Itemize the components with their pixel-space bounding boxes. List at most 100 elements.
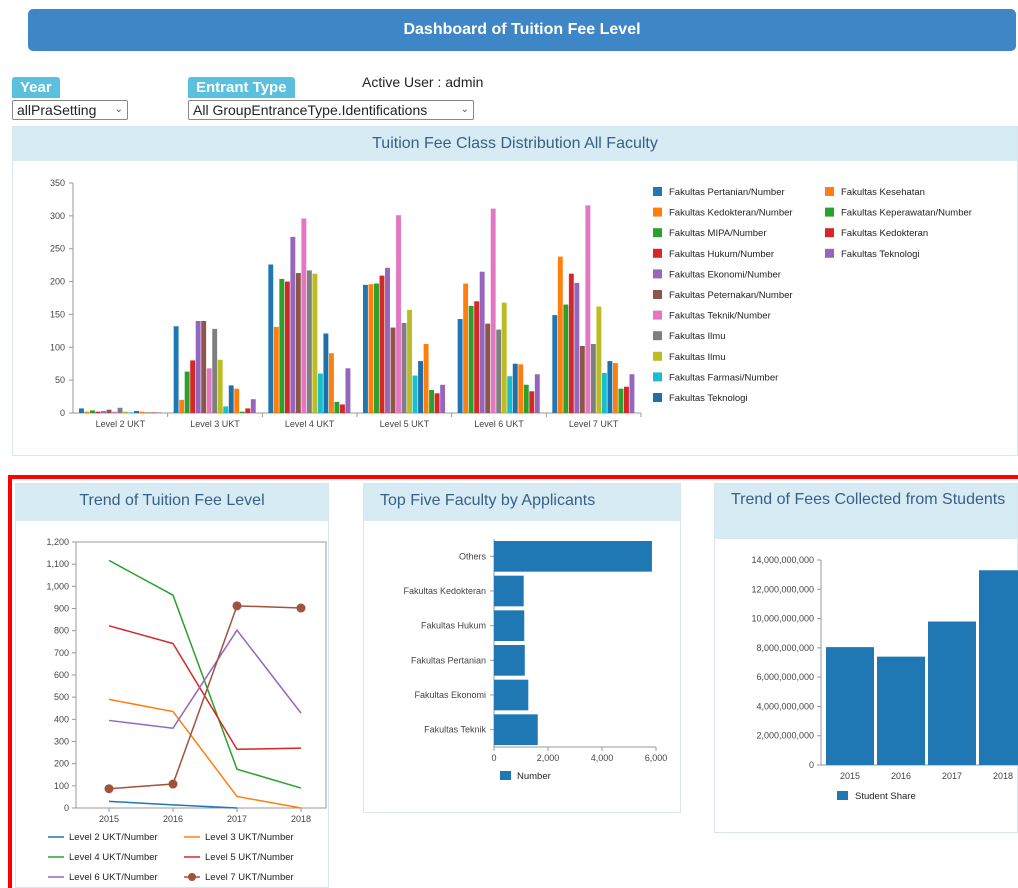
trend-panel-title: Trend of Tuition Fee Level — [16, 484, 328, 521]
bar — [596, 306, 602, 413]
bar — [579, 345, 585, 413]
legend-swatch — [653, 228, 662, 238]
x-tick-label: 2016 — [163, 814, 183, 824]
fees-chart: 0 2,000,000,000 4,000,000,000 6,000,000,000… — [751, 555, 1018, 802]
legend-label: Fakultas Pertanian/Number — [669, 187, 785, 198]
y-tick-label: Fakultas Teknik — [424, 725, 486, 735]
legend-marker — [188, 873, 196, 881]
bar — [457, 319, 463, 413]
top-five-panel: Top Five Faculty by Applicants 0 2,000 4,0… — [363, 483, 681, 813]
bar — [601, 372, 607, 413]
bar — [494, 714, 538, 745]
plot-frame — [75, 541, 327, 809]
bar — [529, 391, 535, 413]
bar — [156, 412, 162, 413]
legend-swatch — [653, 351, 662, 361]
bar — [429, 390, 435, 413]
legend-swatch — [653, 331, 662, 341]
y-tick-label: 1,000 — [46, 581, 69, 591]
bar — [607, 361, 613, 413]
entrant-type-select[interactable]: All GroupEntranceType.Identifications ⌄ — [188, 100, 474, 120]
y-tick-label: 800 — [54, 626, 69, 636]
bar — [494, 610, 525, 641]
x-tick-label: 2018 — [993, 771, 1013, 781]
series-line — [108, 698, 302, 809]
y-tick-label: 10,000,000,000 — [751, 614, 814, 624]
bar — [123, 411, 128, 413]
y-tick-label: Others — [459, 551, 487, 561]
bar — [328, 353, 334, 413]
legend-label: Fakultas Keperawatan/Number — [841, 208, 972, 219]
legend-swatch — [653, 372, 662, 382]
bar — [217, 359, 223, 413]
bar — [494, 541, 652, 572]
bar — [363, 284, 368, 413]
bar — [368, 284, 374, 413]
entrant-type-label: Entrant Type — [188, 77, 295, 98]
bar — [523, 384, 529, 413]
y-tick-label: Fakultas Kedokteran — [403, 586, 486, 596]
bar — [928, 621, 976, 765]
bar — [279, 278, 285, 413]
legend-label: Fakultas Ilmu — [669, 352, 726, 363]
bar — [479, 271, 485, 413]
y-tick-label: 900 — [54, 604, 69, 614]
legend-label: Fakultas Kedokteran — [841, 228, 928, 239]
top-five-panel-title: Top Five Faculty by Applicants — [364, 484, 680, 521]
x-tick-label: 2,000 — [537, 753, 560, 763]
x-tick-label: 2015 — [99, 814, 119, 824]
bar — [79, 408, 84, 413]
y-tick-label: 0 — [809, 760, 814, 770]
bar — [629, 374, 635, 413]
bar — [374, 283, 379, 413]
bar — [494, 679, 529, 711]
bar — [239, 411, 245, 413]
bar — [284, 281, 290, 413]
bar — [245, 408, 251, 413]
bar — [501, 302, 507, 413]
year-select[interactable]: allPraSetting ⌄ — [12, 100, 128, 120]
fees-panel-title: Trend of Fees Collected from Students — [715, 484, 1017, 539]
y-tick-label: 0 — [64, 803, 69, 813]
x-tick-label: Level 3 UKT — [190, 419, 240, 429]
page-title: Dashboard of Tuition Fee Level — [403, 21, 641, 38]
legend-label: Fakultas Teknologi — [841, 249, 920, 260]
bar — [306, 270, 312, 413]
series-point — [232, 601, 242, 611]
x-tick-label: 4,000 — [591, 753, 614, 763]
dashboard-header: Dashboard of Tuition Fee Level — [28, 9, 1016, 51]
y-tick-label: 100 — [50, 342, 65, 352]
y-tick-label: 12,000,000,000 — [751, 584, 814, 594]
legend-swatch — [653, 290, 662, 299]
bar — [106, 409, 112, 413]
bar — [84, 411, 90, 413]
legend-swatch — [653, 207, 662, 217]
bar — [334, 401, 340, 413]
bar — [474, 301, 480, 413]
bar — [201, 321, 207, 413]
bar — [250, 399, 256, 413]
legend-swatch — [653, 269, 662, 279]
y-tick-label: 700 — [54, 648, 69, 658]
bar — [485, 323, 491, 413]
y-tick-label: 14,000,000,000 — [751, 555, 814, 565]
legend-label: Level 5 UKT/Number — [205, 852, 294, 863]
y-tick-label: 200 — [54, 759, 69, 769]
bar — [95, 411, 101, 413]
bar — [552, 315, 558, 413]
bar — [401, 322, 407, 413]
bar — [101, 411, 106, 413]
bar — [173, 326, 179, 413]
bar — [507, 376, 513, 413]
year-label: Year — [12, 77, 60, 98]
bar — [494, 575, 524, 607]
y-tick-label: 500 — [54, 692, 69, 702]
y-tick-label: Fakultas Hukum — [421, 621, 486, 631]
series-point — [168, 779, 178, 789]
trend-panel: Trend of Tuition Fee Level 0 100 200 300 400… — [15, 483, 329, 888]
bar — [212, 328, 218, 413]
trend-chart: 0 100 200 300 400 500 600 700 800 900 1,000 1,100 1,… — [46, 537, 327, 883]
bar — [145, 412, 151, 413]
year-filter: Year — [12, 77, 60, 98]
bar — [979, 570, 1018, 765]
